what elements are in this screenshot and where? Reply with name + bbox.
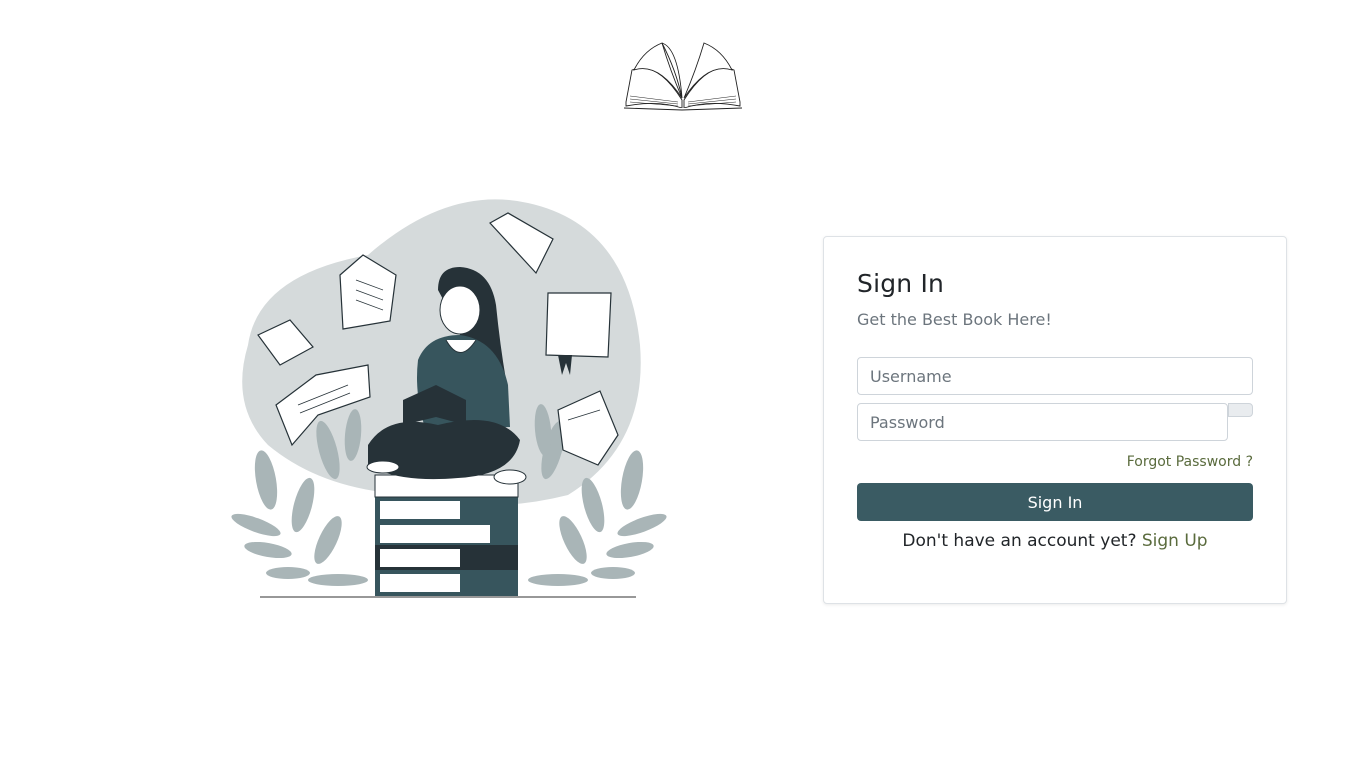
signup-link[interactable]: Sign Up xyxy=(1142,531,1208,551)
signin-subtitle: Get the Best Book Here! xyxy=(857,310,1052,329)
forgot-password-link[interactable]: Forgot Password ? xyxy=(1127,454,1253,470)
username-input[interactable] xyxy=(857,357,1253,395)
signin-button[interactable]: Sign In xyxy=(857,483,1253,521)
signup-prompt-text: Don't have an account yet? xyxy=(902,531,1137,551)
password-input[interactable] xyxy=(857,403,1228,441)
signin-card: Sign In Get the Best Book Here! Forgot P… xyxy=(823,236,1287,604)
signin-title: Sign In xyxy=(857,269,945,298)
signup-prompt-line: Don't have an account yet? Sign Up xyxy=(824,531,1286,551)
open-book-icon xyxy=(623,42,743,111)
woman-reading-on-books-illustration xyxy=(231,199,667,598)
password-toggle-button[interactable] xyxy=(1228,403,1253,417)
